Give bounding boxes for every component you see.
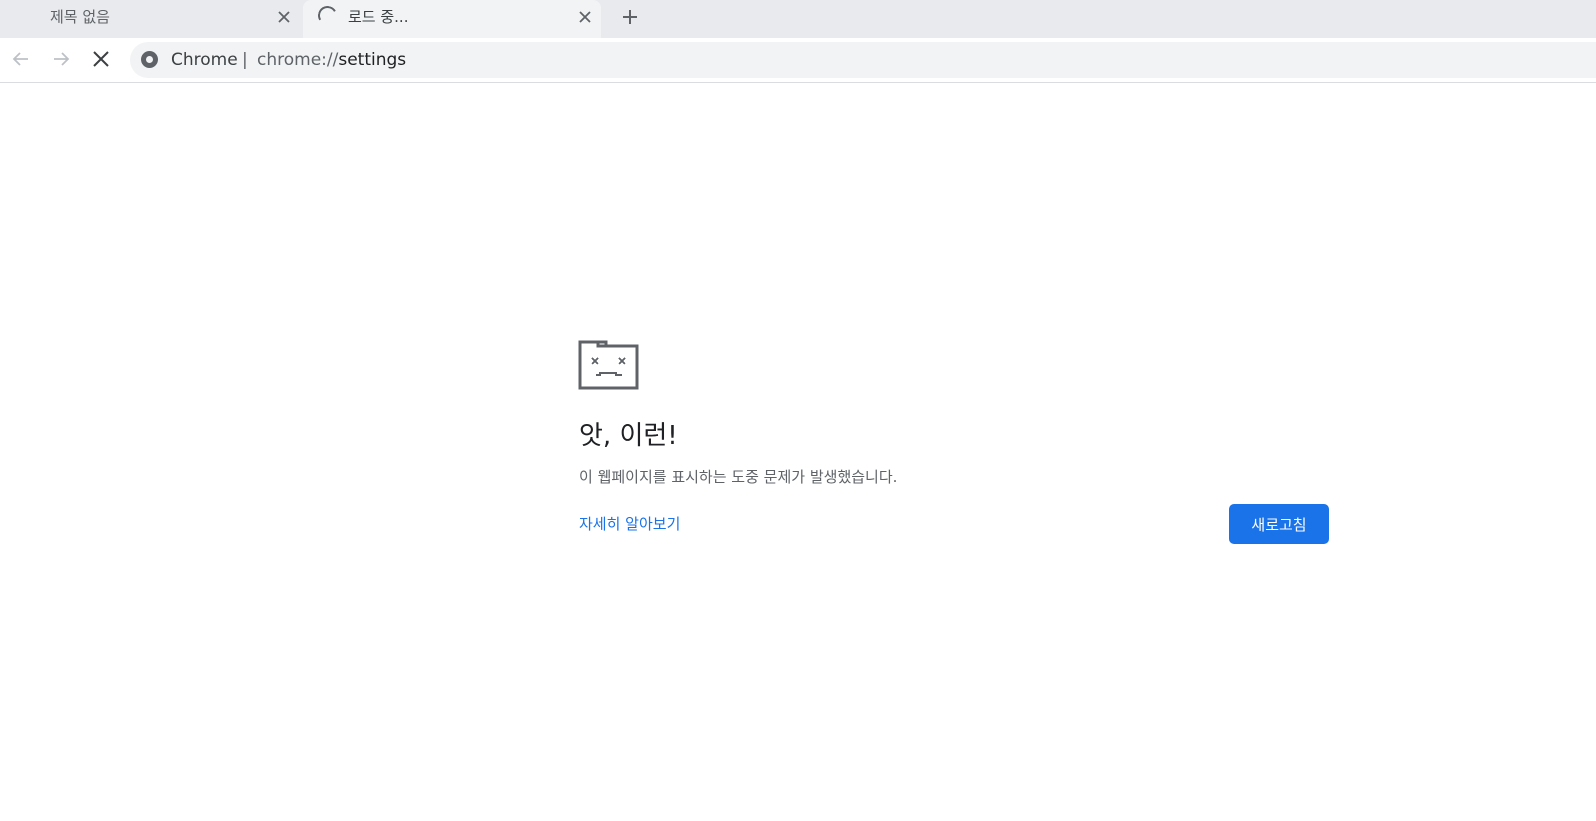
error-title: 앗, 이런! (579, 421, 678, 451)
error-description: 이 웹페이지를 표시하는 도중 문제가 발생했습니다. (579, 468, 898, 486)
tab-untitled[interactable]: 제목 없음 (0, 0, 300, 38)
forward-button[interactable] (46, 44, 76, 74)
learn-more-link[interactable]: 자세히 알아보기 (579, 513, 680, 534)
arrow-left-icon (12, 52, 28, 66)
url-path: settings (338, 50, 407, 70)
chip-separator: | (242, 50, 248, 70)
tab-loading[interactable]: 로드 중... (303, 0, 601, 38)
arrow-right-icon (54, 52, 70, 66)
address-bar[interactable]: Chrome | chrome://settings (130, 42, 1596, 78)
new-tab-button[interactable] (614, 3, 646, 31)
url-scheme: chrome:// (257, 50, 339, 70)
tab-title: 로드 중... (348, 8, 409, 26)
tab-title: 제목 없음 (50, 8, 110, 26)
toolbar: Chrome | chrome://settings (0, 38, 1596, 83)
reload-button[interactable]: 새로고침 (1229, 504, 1329, 544)
back-button[interactable] (6, 44, 36, 74)
stop-button[interactable] (86, 44, 116, 74)
site-chip-label: Chrome (171, 50, 238, 70)
close-icon[interactable] (272, 5, 296, 29)
stop-icon (93, 51, 109, 67)
url-text[interactable]: chrome://settings (257, 50, 406, 70)
tab-strip: 제목 없음 로드 중... (0, 0, 1596, 38)
chrome-icon[interactable] (141, 51, 158, 68)
plus-icon (623, 10, 637, 24)
loading-spinner-icon (315, 3, 340, 28)
sad-folder-icon (578, 338, 640, 394)
close-icon[interactable] (573, 5, 597, 29)
